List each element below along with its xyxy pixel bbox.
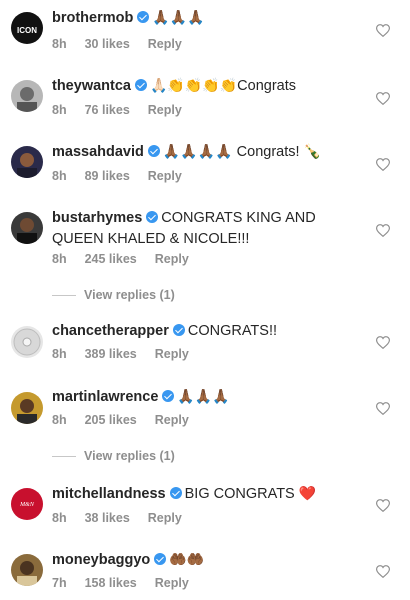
comment-text: CONGRATS!! (187, 323, 278, 339)
reply-button[interactable]: Reply (155, 413, 189, 427)
avatar[interactable] (11, 146, 43, 178)
username[interactable]: chancetherapper (52, 323, 169, 339)
verified-badge-icon (134, 79, 147, 91)
reply-button[interactable]: Reply (155, 347, 189, 361)
timestamp: 8h (52, 511, 67, 525)
avatar[interactable] (11, 392, 43, 424)
comment-emoji: 🙏🏾🙏🏾🙏🏾🙏🏾 (162, 144, 233, 160)
username[interactable]: martinlawrence (52, 389, 158, 405)
reply-divider-line (52, 455, 76, 457)
username[interactable]: theywantca (52, 78, 131, 94)
avatar[interactable] (11, 554, 43, 586)
heart-outline-icon[interactable] (376, 402, 390, 415)
username[interactable]: moneybaggyo (52, 552, 150, 568)
reply-button[interactable]: Reply (155, 576, 189, 590)
reply-button[interactable]: Reply (155, 252, 189, 266)
reply-button[interactable]: Reply (148, 169, 182, 183)
svg-text:ICON: ICON (17, 26, 37, 35)
verified-badge-icon (172, 324, 185, 336)
likes-count[interactable]: 30 likes (85, 37, 130, 51)
verified-badge-icon (147, 145, 160, 157)
likes-count[interactable]: 158 likes (85, 576, 137, 590)
likes-count[interactable]: 245 likes (85, 252, 137, 266)
comment-emoji-after: 🍾 (303, 144, 321, 160)
heart-outline-icon[interactable] (376, 24, 390, 37)
username[interactable]: bustarhymes (52, 210, 142, 226)
comment-emoji-after: ❤️ (298, 486, 317, 502)
username[interactable]: brothermob (52, 10, 133, 26)
heart-outline-icon[interactable] (376, 565, 390, 578)
comment-text: Congrats (237, 78, 296, 94)
timestamp: 8h (52, 347, 67, 361)
timestamp: 8h (52, 169, 67, 183)
verified-badge-icon (169, 487, 182, 499)
view-replies-label: View replies (1) (84, 288, 175, 302)
likes-count[interactable]: 89 likes (85, 169, 130, 183)
avatar[interactable] (11, 80, 43, 112)
heart-outline-icon[interactable] (376, 158, 390, 171)
reply-divider-line (52, 294, 76, 296)
reply-button[interactable]: Reply (148, 511, 182, 525)
view-replies-label: View replies (1) (84, 449, 175, 463)
timestamp: 7h (52, 576, 67, 590)
comment-emoji: 🤲🏾🤲🏾 (169, 552, 205, 568)
username[interactable]: mitchellandness (52, 486, 166, 502)
likes-count[interactable]: 38 likes (85, 511, 130, 525)
comment-emoji: 🙏🏾🙏🏾🙏🏾 (152, 10, 205, 26)
likes-count[interactable]: 205 likes (85, 413, 137, 427)
verified-badge-icon (137, 11, 150, 23)
heart-outline-icon[interactable] (376, 224, 390, 237)
reply-button[interactable]: Reply (148, 37, 182, 51)
timestamp: 8h (52, 413, 67, 427)
avatar[interactable]: M&N (11, 488, 43, 520)
verified-badge-icon (154, 553, 167, 565)
verified-badge-icon (162, 390, 175, 402)
heart-outline-icon[interactable] (376, 336, 390, 349)
heart-outline-icon[interactable] (376, 92, 390, 105)
username[interactable]: massahdavid (52, 144, 144, 160)
reply-button[interactable]: Reply (148, 103, 182, 117)
avatar[interactable] (11, 326, 43, 358)
avatar[interactable] (11, 212, 43, 244)
heart-outline-icon[interactable] (376, 499, 390, 512)
svg-text:M&N: M&N (19, 502, 35, 508)
avatar[interactable]: ICON (11, 12, 43, 44)
comment-emoji: 🙏🏾🙏🏾🙏🏾 (177, 389, 230, 405)
timestamp: 8h (52, 37, 67, 51)
view-replies-button[interactable]: View replies (1) (52, 288, 175, 302)
timestamp: 8h (52, 103, 67, 117)
likes-count[interactable]: 389 likes (85, 347, 137, 361)
timestamp: 8h (52, 252, 67, 266)
view-replies-button[interactable]: View replies (1) (52, 449, 175, 463)
likes-count[interactable]: 76 likes (85, 103, 130, 117)
comment-text: Congrats! (236, 144, 300, 160)
comment-text: BIG CONGRATS (184, 486, 295, 502)
verified-badge-icon (146, 211, 159, 223)
comment-emoji: 🙏🏻👏👏👏👏 (149, 78, 238, 94)
